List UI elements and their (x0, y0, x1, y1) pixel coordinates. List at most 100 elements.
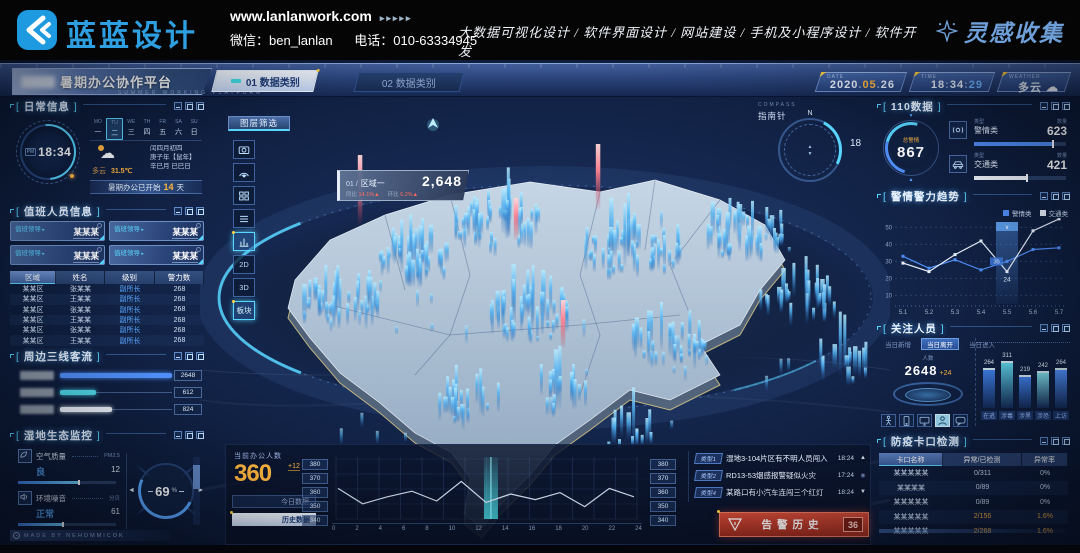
table-row[interactable]: 某某区张某某副所长268 (10, 305, 204, 315)
layer-button-list[interactable] (233, 209, 255, 228)
maximize-icon[interactable] (185, 207, 193, 215)
duty-col-header[interactable]: 级别 (105, 271, 155, 284)
layer-button-板块[interactable]: 板块 (233, 301, 255, 320)
table-row[interactable]: 某某区王某某副所长268 (10, 294, 204, 304)
table-row[interactable]: 某某区王某某副所长268 (10, 315, 204, 325)
close-icon[interactable] (196, 223, 201, 228)
alert-row[interactable]: 类型1湿地3-104片区有不明人员闯入18:24▲ (695, 451, 868, 465)
maximize-icon[interactable] (185, 352, 193, 360)
expand-icon[interactable] (196, 352, 204, 360)
table-row[interactable]: 某某某某某0/890% (879, 495, 1068, 510)
layer-button-bar-chart[interactable] (233, 232, 255, 251)
inspiration-collect[interactable]: 灵感收集 (936, 14, 1064, 48)
expand-icon[interactable] (1062, 102, 1070, 110)
focus-bar[interactable]: 264在逃 (983, 368, 995, 408)
weekday-cell[interactable]: WE三 (123, 118, 139, 140)
layer-button-3D[interactable]: 3D (233, 278, 255, 297)
checkpoint-col-header[interactable]: 卡口名称 (879, 453, 943, 466)
minimize-icon[interactable] (1040, 437, 1048, 445)
weekday-cell[interactable]: TH四 (139, 118, 155, 140)
maximize-icon[interactable] (185, 431, 193, 439)
weekday-cell[interactable]: SU日 (186, 118, 202, 140)
chat-icon[interactable] (953, 414, 968, 427)
legend-item[interactable]: 警情类 (1003, 208, 1032, 218)
checkpoint-col-header[interactable]: 异常率 (1022, 453, 1068, 466)
maximize-icon[interactable] (1051, 192, 1059, 200)
layer-button-2D[interactable]: 2D (233, 255, 255, 274)
focus-bar[interactable]: 264上访 (1055, 368, 1067, 408)
minimize-icon[interactable] (1040, 102, 1048, 110)
y-tick-box[interactable]: 340 (650, 515, 676, 526)
y-tick-box[interactable]: 340 (302, 515, 328, 526)
weekday-cell[interactable]: SA六 (171, 118, 187, 140)
maximize-icon[interactable] (185, 102, 193, 110)
y-tick-box[interactable]: 360 (650, 487, 676, 498)
checkpoint-col-header[interactable]: 异常/已检测 (943, 453, 1022, 466)
minimize-icon[interactable] (174, 102, 182, 110)
minimize-icon[interactable] (1040, 192, 1048, 200)
table-row[interactable]: 某某某某某0/3110% (879, 466, 1068, 481)
weekday-cell[interactable]: FR五 (155, 118, 171, 140)
weekday-cell[interactable]: MO一 (90, 118, 106, 140)
y-tick-box[interactable]: 380 (650, 459, 676, 470)
duty-col-header[interactable]: 姓名 (56, 271, 105, 284)
duty-leader-card[interactable]: 值班领导某某某 (10, 221, 105, 241)
y-tick-box[interactable]: 380 (302, 459, 328, 470)
y-tick-box[interactable]: 350 (650, 501, 676, 512)
expand-icon[interactable] (1062, 437, 1070, 445)
compass-dial[interactable]: N ▲▼ (778, 118, 842, 182)
phone-icon[interactable] (899, 414, 914, 427)
close-icon[interactable] (97, 247, 102, 252)
y-tick-box[interactable]: 370 (650, 473, 676, 484)
eco-scrollbar[interactable] (193, 457, 200, 525)
focus-tab[interactable]: 当日离开 (921, 338, 959, 350)
brand-website[interactable]: www.lanlanwork.com (230, 8, 372, 24)
layer-button-layers[interactable] (233, 186, 255, 205)
focus-bar[interactable]: 242涉恐 (1037, 371, 1049, 408)
alert-row[interactable]: 类型2RD13-53烟感报警疑似火灾17:24◉ (695, 468, 868, 482)
maximize-icon[interactable] (1051, 437, 1059, 445)
weekday-cell[interactable]: TU二 (106, 118, 124, 140)
maximize-icon[interactable] (1051, 102, 1059, 110)
focus-bar-chart[interactable]: 264在逃 311涉毒 219涉黑 242涉恐 264上访 (975, 338, 1069, 426)
minimize-icon[interactable] (174, 352, 182, 360)
focus-tab[interactable]: 当日新增 (879, 338, 917, 350)
table-row[interactable]: 某某区张某某副所长268 (10, 325, 204, 335)
minimize-icon[interactable] (174, 207, 182, 215)
expand-icon[interactable] (1062, 324, 1070, 332)
duty-leader-card[interactable]: 值班领导某某某 (109, 221, 204, 241)
focus-bar[interactable]: 311涉毒 (1001, 361, 1013, 408)
focus-bar[interactable]: 219涉黑 (1019, 375, 1031, 408)
duty-leader-card[interactable]: 值班领导某某某 (10, 245, 105, 265)
y-tick-box[interactable]: 370 (302, 473, 328, 484)
alert-history-banner[interactable]: 告警历史 36 (719, 512, 869, 537)
walk-icon[interactable] (881, 414, 896, 427)
trend-chart[interactable]: 5040302010∨24305.15.25.35.45.55.65.7 (879, 218, 1069, 316)
expand-icon[interactable] (196, 431, 204, 439)
gauge-left-arrow[interactable]: ◄ (128, 487, 135, 494)
expand-icon[interactable] (196, 102, 204, 110)
tab-data-category-2[interactable]: 02 数据类别 (354, 72, 465, 92)
office-trend-chart[interactable] (332, 457, 642, 521)
expand-icon[interactable] (1062, 192, 1070, 200)
layer-button-camera[interactable] (233, 140, 255, 159)
table-row[interactable]: 某某区王某某副所长268 (10, 335, 204, 345)
table-row[interactable]: 某某区张某某副所长268 (10, 284, 204, 294)
minimize-icon[interactable] (1040, 324, 1048, 332)
maximize-icon[interactable] (1051, 324, 1059, 332)
tab-data-category-1[interactable]: 01 数据类别 (211, 70, 318, 92)
duty-col-header[interactable]: 区域 (10, 271, 56, 284)
duty-leader-card[interactable]: 值班领导某某某 (109, 245, 204, 265)
expand-icon[interactable] (196, 207, 204, 215)
y-tick-box[interactable]: 360 (302, 487, 328, 498)
alert-row[interactable]: 类型4某路口有小汽车连闯三个红灯18:24▼ (695, 485, 868, 499)
monitor-icon[interactable] (917, 414, 932, 427)
table-row[interactable]: 某某某某0/890% (879, 481, 1068, 496)
legend-item[interactable]: 交通类 (1040, 208, 1069, 218)
y-tick-box[interactable]: 350 (302, 501, 328, 512)
table-row[interactable]: 某某某某某2/1561.6% (879, 510, 1068, 525)
duty-col-header[interactable]: 警力数 (155, 271, 204, 284)
person-icon[interactable] (935, 414, 950, 427)
close-icon[interactable] (196, 247, 201, 252)
close-icon[interactable] (97, 223, 102, 228)
